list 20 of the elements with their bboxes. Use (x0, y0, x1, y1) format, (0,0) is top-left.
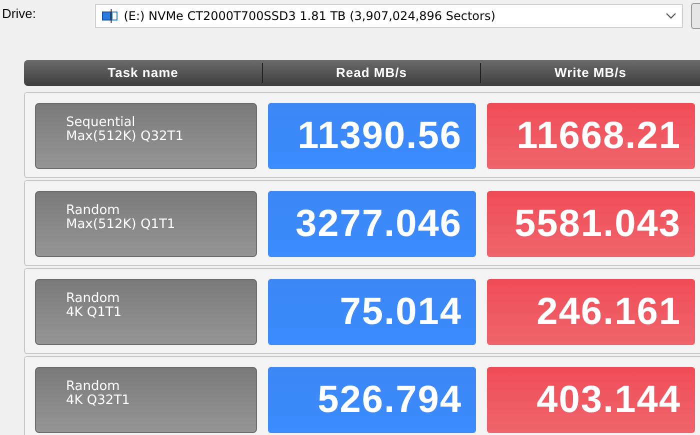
read-result: 3277.046 (268, 191, 476, 257)
column-header: Task name (106, 64, 180, 82)
read-result: 526.794 (268, 367, 476, 433)
drive-icon (102, 9, 118, 23)
task-button[interactable]: Random 4K Q32T1 (35, 367, 257, 433)
chevron-down-icon (666, 13, 676, 19)
column-header: Write MB/s (480, 63, 700, 83)
column-header: Read MB/s (262, 63, 480, 83)
task-button[interactable]: Sequential Max(512K) Q32T1 (35, 103, 257, 169)
side-button[interactable] (691, 3, 700, 29)
write-result: 11668.21 (487, 103, 695, 169)
write-result: 5581.043 (487, 191, 695, 257)
drive-dropdown[interactable]: (E:) NVMe CT2000T700SSD3 1.81 TB (3,907,024,896 Sectors) (94, 4, 684, 28)
task-button[interactable]: Random Max(512K) Q1T1 (35, 191, 257, 257)
drive-label: Drive: (1, 6, 37, 21)
read-result: 75.014 (268, 279, 476, 345)
read-result: 11390.56 (268, 103, 476, 169)
write-result: 246.161 (487, 279, 695, 345)
task-button[interactable]: Random 4K Q1T1 (35, 279, 257, 345)
write-result: 403.144 (487, 367, 695, 433)
